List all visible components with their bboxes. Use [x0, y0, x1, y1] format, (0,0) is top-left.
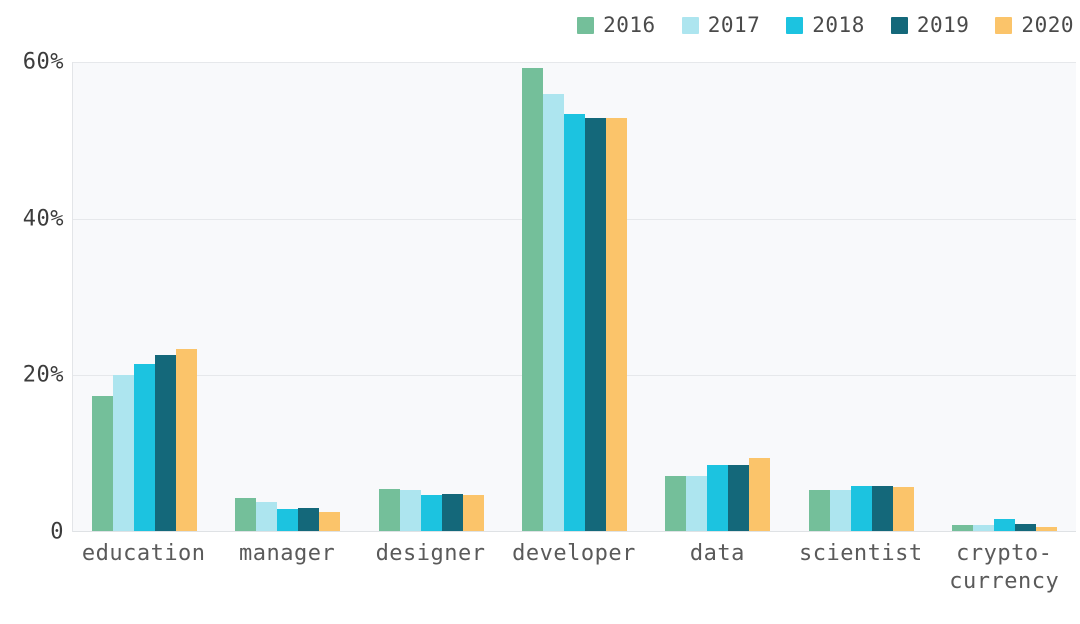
bar-designer-2016[interactable]	[378, 488, 400, 532]
plot-area	[72, 62, 1076, 532]
bar-data-2020[interactable]	[749, 458, 771, 532]
bar-designer-2019[interactable]	[441, 494, 463, 532]
bar-group-crypto-currency	[933, 62, 1076, 532]
legend-label: 2018	[812, 12, 865, 37]
legend-swatch-2018	[786, 16, 804, 34]
y-axis-tick-label: 20%	[22, 362, 64, 388]
bar-education-2018[interactable]	[134, 364, 156, 532]
bar-data-2019[interactable]	[728, 464, 750, 532]
legend-label: 2020	[1021, 12, 1074, 37]
legend-item-2020[interactable]: 2020	[995, 12, 1074, 37]
bar-manager-2019[interactable]	[298, 507, 320, 532]
x-axis-tick-label-data: data	[689, 541, 745, 566]
bar-education-2016[interactable]	[92, 396, 114, 532]
chart-legend: 2016 2017 2018 2019 2020	[577, 10, 1074, 40]
bar-data-2017[interactable]	[686, 476, 708, 532]
bar-education-2020[interactable]	[176, 348, 198, 532]
plot-wrapper	[72, 62, 1076, 532]
x-axis-tick-label-designer: designer	[375, 541, 486, 566]
legend-swatch-2017	[681, 16, 699, 34]
bar-developer-2017[interactable]	[542, 94, 564, 532]
bars-layer	[73, 62, 1076, 532]
bar-manager-2020[interactable]	[319, 511, 341, 532]
bar-group-scientist	[789, 62, 932, 532]
bar-education-2019[interactable]	[155, 354, 177, 532]
x-axis-baseline	[73, 531, 1076, 532]
x-axis-tick-label-manager: manager	[239, 541, 336, 566]
y-axis-tick-label: 60%	[22, 49, 64, 75]
bar-designer-2020[interactable]	[462, 495, 484, 532]
bar-manager-2018[interactable]	[277, 508, 299, 532]
bar-scientist-2018[interactable]	[850, 485, 872, 532]
legend-swatch-2019	[890, 16, 908, 34]
legend-label: 2017	[707, 12, 761, 37]
bar-scientist-2019[interactable]	[871, 485, 893, 532]
bar-scientist-2016[interactable]	[808, 489, 830, 532]
legend-item-2017[interactable]: 2017	[681, 12, 761, 37]
bar-designer-2017[interactable]	[399, 490, 421, 532]
legend-item-2019[interactable]: 2019	[890, 12, 970, 37]
bar-data-2018[interactable]	[707, 464, 729, 532]
bar-data-2016[interactable]	[665, 476, 687, 532]
y-axis-tick-label: 0	[50, 519, 64, 545]
bar-education-2017[interactable]	[113, 374, 135, 532]
bar-scientist-2020[interactable]	[892, 486, 914, 532]
bar-developer-2018[interactable]	[563, 114, 585, 532]
bar-group-manager	[216, 62, 359, 532]
legend-item-2018[interactable]: 2018	[786, 12, 865, 37]
bar-manager-2016[interactable]	[235, 497, 257, 532]
bar-scientist-2017[interactable]	[829, 489, 851, 532]
legend-label: 2019	[916, 12, 970, 37]
bar-group-developer	[503, 62, 646, 532]
bar-developer-2020[interactable]	[605, 117, 627, 532]
legend-label: 2016	[603, 12, 656, 37]
x-axis-tick-label-scientist: scientist	[798, 541, 923, 566]
bar-developer-2019[interactable]	[584, 117, 606, 532]
y-axis: 60% 40% 20% 0	[0, 50, 64, 545]
y-axis-tick-label: 40%	[22, 206, 64, 232]
bar-manager-2017[interactable]	[256, 502, 278, 532]
legend-item-2016[interactable]: 2016	[577, 12, 656, 37]
bar-group-designer	[360, 62, 503, 532]
x-axis: education manager designer developer data sci…	[72, 540, 1076, 596]
bar-group-data	[646, 62, 789, 532]
x-axis-tick-label-developer: developer	[512, 541, 636, 566]
legend-swatch-2020	[995, 16, 1013, 34]
x-axis-tick-label-crypto-currency: crypto- currency	[949, 541, 1060, 595]
bar-group-education	[73, 62, 216, 532]
bar-designer-2018[interactable]	[420, 495, 442, 532]
bar-developer-2016[interactable]	[521, 68, 543, 532]
x-axis-tick-label-education: education	[81, 541, 206, 566]
bar-chart: 2016 2017 2018 2019 2020 60% 40% 20% 0 educatio…	[0, 0, 1080, 624]
legend-swatch-2016	[577, 16, 595, 34]
